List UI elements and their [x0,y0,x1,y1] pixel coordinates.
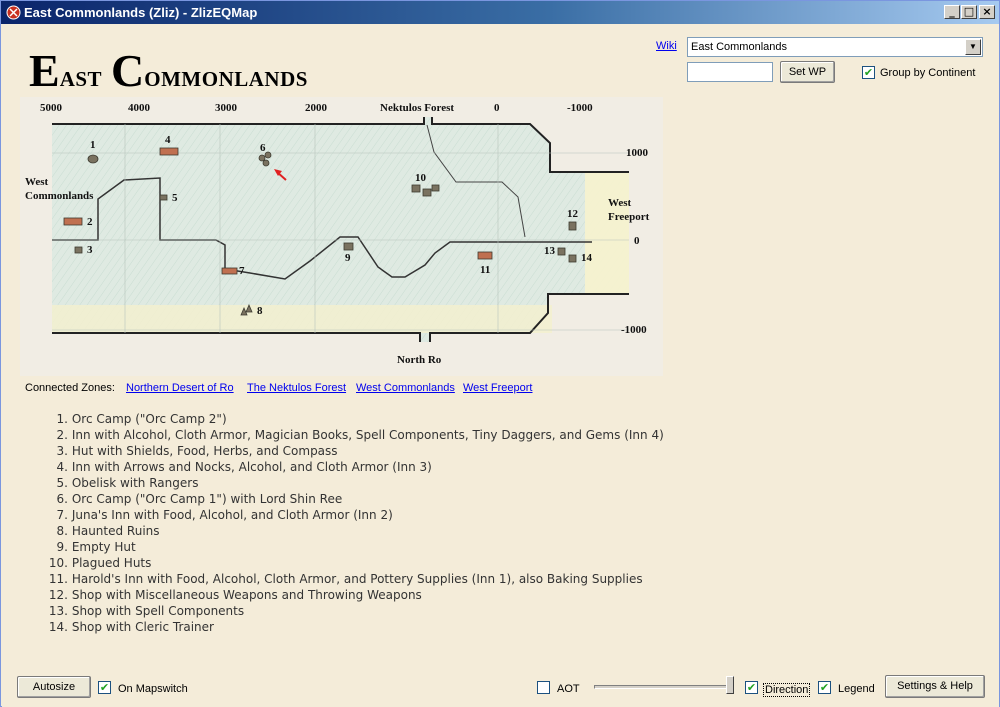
region-label-west-commonlands-1[interactable]: West [25,176,48,188]
app-window: East Commonlands (Zliz) - ZlizEQMap _ □ … [0,0,1000,707]
minimize-button[interactable]: _ [944,5,960,19]
connected-zones-label: Connected Zones: [25,382,115,394]
map-marker-label[interactable]: 12 [567,208,578,220]
x-axis-label: 2000 [305,102,327,114]
y-axis-label: 0 [634,235,640,247]
legend-item[interactable]: 5. Obelisk with Rangers [54,475,664,491]
connected-zone-link[interactable]: The Nektulos Forest [247,382,346,394]
map-marker-label[interactable]: 11 [480,264,490,276]
connected-zone-link[interactable]: West Freeport [463,382,533,394]
maximize-button[interactable]: □ [961,5,977,19]
legend-item[interactable]: 3. Hut with Shields, Food, Herbs, and Co… [54,443,664,459]
legend-item[interactable]: 6. Orc Camp ("Orc Camp 1") with Lord Shi… [54,491,664,507]
region-label-north-ro[interactable]: North Ro [397,354,441,366]
connected-zone-link[interactable]: Northern Desert of Ro [126,382,234,394]
window-title: East Commonlands (Zliz) - ZlizEQMap [24,5,258,20]
map-marker-label[interactable]: 10 [415,172,426,184]
x-axis-label: 4000 [128,102,150,114]
map-marker-label[interactable]: 7 [239,265,245,277]
map-marker-label[interactable]: 13 [544,245,555,257]
chevron-down-icon[interactable]: ▼ [965,39,981,55]
zone-select[interactable]: East Commonlands ▼ [687,37,983,57]
x-axis-label: 0 [494,102,500,114]
zone-title-rest-1: AST [59,67,103,91]
close-button[interactable]: × [979,5,995,19]
legend-item[interactable]: 8. Haunted Ruins [54,523,664,539]
legend-item[interactable]: 10. Plagued Huts [46,555,664,571]
autosize-button[interactable]: Autosize [17,676,91,698]
zone-title-rest-2: OMMONLANDS [144,67,308,91]
map-marker-label[interactable]: 9 [345,252,351,264]
legend-item[interactable]: 11. Harold's Inn with Food, Alcohol, Clo… [46,571,664,587]
zone-title-initial-2: C [111,45,145,96]
wiki-link[interactable]: Wiki [656,40,677,52]
map-marker-label[interactable]: 6 [260,142,266,154]
set-wp-button[interactable]: Set WP [780,61,835,83]
direction-label: Direction [763,683,811,697]
region-label-west-freeport-2[interactable]: Freeport [608,211,649,223]
x-axis-label: 5000 [40,102,62,114]
settings-help-button[interactable]: Settings & Help [885,675,985,698]
waypoint-input[interactable] [687,62,773,82]
y-axis-label: -1000 [621,324,647,336]
legend-item[interactable]: 2. Inn with Alcohol, Cloth Armor, Magici… [54,427,664,443]
legend-list: 1. Orc Camp ("Orc Camp 2") 2. Inn with A… [49,411,664,635]
opacity-slider-thumb[interactable] [726,676,734,694]
zone-map[interactable]: 5000 4000 3000 2000 0 -1000 1000 0 -1000… [20,97,663,376]
x-axis-label: 3000 [215,102,237,114]
legend-item[interactable]: 4. Inn with Arrows and Nocks, Alcohol, a… [54,459,664,475]
map-marker-label[interactable]: 3 [87,244,93,256]
on-mapswitch-checkbox[interactable]: ✔ [98,681,111,694]
zone-title: EAST COMMONLANDS [29,44,308,97]
opacity-slider-track[interactable] [594,685,730,689]
main-content: EAST COMMONLANDS Wiki East Commonlands ▼… [2,24,999,707]
region-label-nektulos-forest[interactable]: Nektulos Forest [380,102,454,114]
on-mapswitch-label: On Mapswitch [118,683,188,695]
aot-checkbox[interactable] [537,681,550,694]
map-drawing [52,117,629,342]
legend-item[interactable]: 14. Shop with Cleric Trainer [46,619,664,635]
app-icon [6,5,21,20]
legend-item[interactable]: 12. Shop with Miscellaneous Weapons and … [46,587,664,603]
x-axis-label: -1000 [567,102,593,114]
legend-item[interactable]: 1. Orc Camp ("Orc Camp 2") [54,411,664,427]
legend-checkbox[interactable]: ✔ [818,681,831,694]
region-label-west-freeport-1[interactable]: West [608,197,631,209]
legend-item[interactable]: 9. Empty Hut [54,539,664,555]
connected-zone-link[interactable]: West Commonlands [356,382,455,394]
zone-title-initial-1: E [29,45,60,96]
direction-checkbox[interactable]: ✔ [745,681,758,694]
map-marker-label[interactable]: 5 [172,192,178,204]
map-marker-label[interactable]: 1 [90,139,96,151]
aot-label: AOT [557,683,580,695]
map-marker-label[interactable]: 4 [165,134,171,146]
legend-item[interactable]: 7. Juna's Inn with Food, Alcohol, and Cl… [54,507,664,523]
map-marker-label[interactable]: 14 [581,252,592,264]
map-marker-label[interactable]: 2 [87,216,93,228]
group-by-continent-label: Group by Continent [880,67,976,79]
map-marker-label[interactable]: 8 [257,305,263,317]
y-axis-label: 1000 [626,147,648,159]
zone-select-value: East Commonlands [691,41,787,53]
group-by-continent-checkbox[interactable]: ✔ [862,66,875,79]
legend-label: Legend [838,683,875,695]
title-bar[interactable]: East Commonlands (Zliz) - ZlizEQMap _ □ … [1,1,999,24]
region-label-west-commonlands-2[interactable]: Commonlands [25,190,93,202]
legend-item[interactable]: 13. Shop with Spell Components [46,603,664,619]
